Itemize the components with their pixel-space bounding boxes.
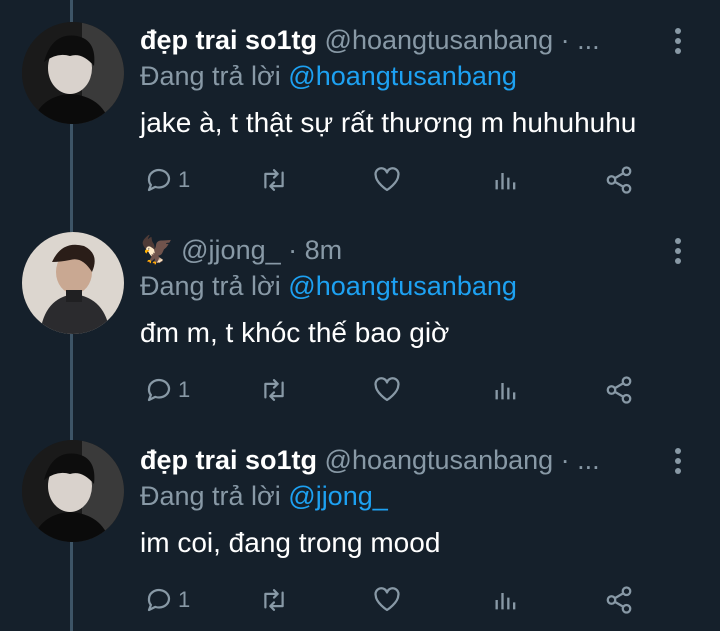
retweet-icon xyxy=(264,589,284,611)
like-button[interactable] xyxy=(372,162,402,198)
reply-button[interactable]: 1 xyxy=(144,372,190,408)
tweet-header: đẹp trai so1tg @hoangtusanbang · ... xyxy=(140,442,660,478)
replying-prefix: Đang trả lời xyxy=(140,61,281,91)
avatar[interactable] xyxy=(22,440,124,542)
more-icon[interactable] xyxy=(668,28,688,56)
analytics-button[interactable] xyxy=(492,582,520,618)
replying-prefix: Đang trả lời xyxy=(140,481,281,511)
mention-link[interactable]: @hoangtusanbang xyxy=(288,271,517,301)
share-button[interactable] xyxy=(604,372,634,408)
tweet[interactable]: đẹp trai so1tg @hoangtusanbang · ... Đan… xyxy=(0,420,720,630)
reply-count: 1 xyxy=(178,587,191,612)
mention-link[interactable]: @jjong_ xyxy=(288,481,387,511)
mention-link[interactable]: @hoangtusanbang xyxy=(288,61,517,91)
tweet-actions: 1 xyxy=(140,582,660,618)
replying-to: Đang trả lời @jjong_ xyxy=(140,478,388,514)
share-icon xyxy=(606,376,632,404)
like-icon xyxy=(374,167,400,192)
share-icon xyxy=(606,166,632,194)
replying-to: Đang trả lời @hoangtusanbang xyxy=(140,268,517,304)
like-button[interactable] xyxy=(372,372,402,408)
replying-to: Đang trả lời @hoangtusanbang xyxy=(140,58,517,94)
like-icon xyxy=(374,587,400,612)
more-icon[interactable] xyxy=(668,448,688,476)
display-name[interactable]: 🦅 xyxy=(140,235,174,265)
more-icon[interactable] xyxy=(668,238,688,266)
tweet-header: 🦅 @jjong_ · 8m xyxy=(140,232,660,268)
retweet-icon xyxy=(264,379,284,401)
avatar[interactable] xyxy=(22,22,124,124)
analytics-button[interactable] xyxy=(492,162,520,198)
retweet-button[interactable] xyxy=(258,372,290,408)
retweet-icon xyxy=(264,169,284,191)
tweet-text: đm m, t khóc thế bao giờ xyxy=(140,317,450,348)
display-name[interactable]: đẹp trai so1tg xyxy=(140,25,317,55)
like-icon xyxy=(374,377,400,402)
tweet-text: im coi, đang trong mood xyxy=(140,527,441,558)
handle-and-time: @hoangtusanbang · ... xyxy=(324,445,600,475)
tweet-actions: 1 xyxy=(140,162,660,198)
reply-count: 1 xyxy=(178,167,191,192)
display-name[interactable]: đẹp trai so1tg xyxy=(140,445,317,475)
reply-count: 1 xyxy=(178,377,191,402)
share-button[interactable] xyxy=(604,162,634,198)
tweet-header: đẹp trai so1tg @hoangtusanbang · ... xyxy=(140,22,660,58)
analytics-button[interactable] xyxy=(492,372,520,408)
analytics-icon xyxy=(495,593,516,610)
retweet-button[interactable] xyxy=(258,162,290,198)
reply-icon xyxy=(147,378,171,402)
reply-button[interactable]: 1 xyxy=(144,162,190,198)
analytics-icon xyxy=(495,173,516,190)
tweet-actions: 1 xyxy=(140,372,660,408)
tweet-text: jake à, t thật sự rất thương m huhuhuhu xyxy=(140,107,637,138)
share-button[interactable] xyxy=(604,582,634,618)
share-icon xyxy=(606,586,632,614)
tweet[interactable]: đẹp trai so1tg @hoangtusanbang · ... Đan… xyxy=(0,0,720,210)
avatar[interactable] xyxy=(22,232,124,334)
reply-icon xyxy=(147,168,171,192)
tweet[interactable]: 🦅 @jjong_ · 8m Đang trả lời @hoangtusanb… xyxy=(0,210,720,420)
like-button[interactable] xyxy=(372,582,402,618)
handle-and-time: @jjong_ · 8m xyxy=(181,235,343,265)
reply-button[interactable]: 1 xyxy=(144,582,190,618)
retweet-button[interactable] xyxy=(258,582,290,618)
replying-prefix: Đang trả lời xyxy=(140,271,281,301)
reply-icon xyxy=(147,588,171,612)
analytics-icon xyxy=(495,383,516,400)
handle-and-time: @hoangtusanbang · ... xyxy=(324,25,600,55)
